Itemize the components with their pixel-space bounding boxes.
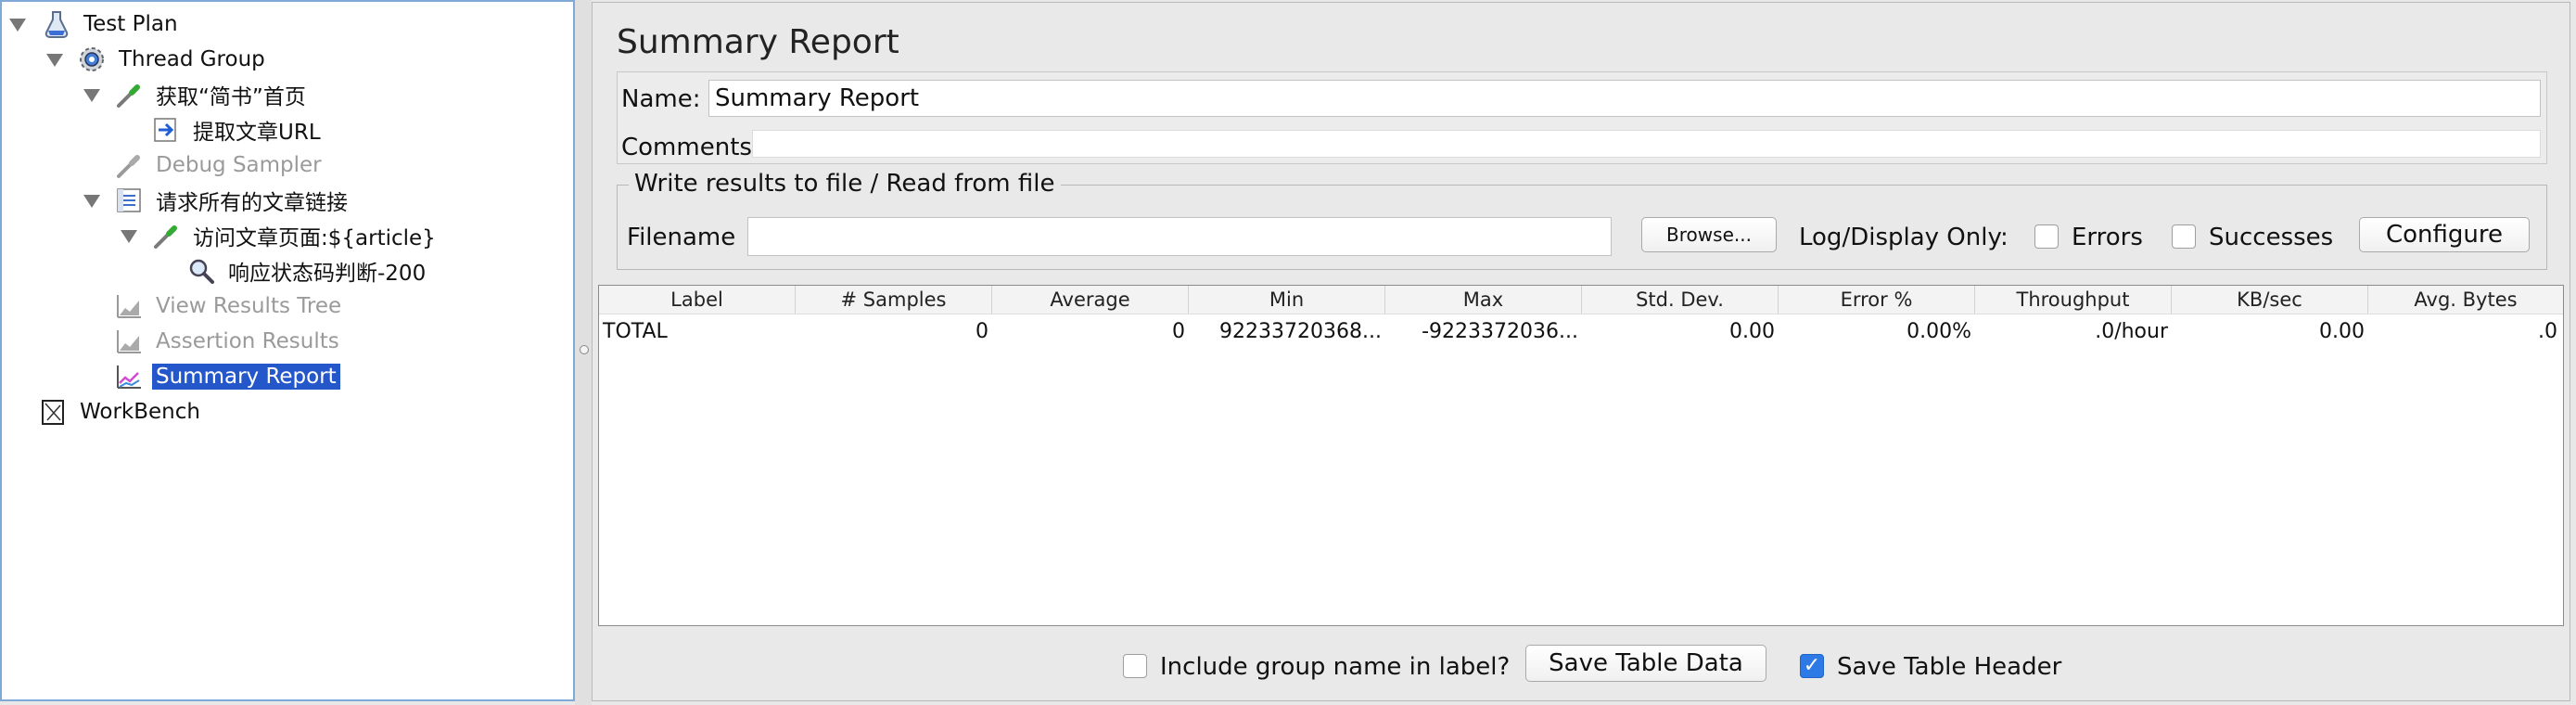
name-field[interactable] [708, 80, 2541, 117]
tree-item-visit-article[interactable]: 访问文章页面:${article} [152, 219, 440, 252]
flask-icon [43, 10, 70, 38]
column-header-throughput[interactable]: Throughput [1975, 286, 2172, 314]
pipette-icon [152, 222, 180, 250]
filename-field[interactable] [747, 217, 1612, 256]
page-title: Summary Report [617, 23, 899, 61]
pipette-icon [115, 81, 143, 109]
tree-item-view-results-tree[interactable]: View Results Tree [115, 289, 345, 323]
test-plan-tree[interactable]: Test Plan Thread Group 获取“简书”首页 提取文章URL … [0, 0, 575, 701]
errors-checkbox[interactable] [2034, 224, 2059, 249]
cell-throughput: .0/hour [2095, 320, 2168, 343]
name-comments-box: Name: Comments: [617, 71, 2547, 164]
successes-checkbox[interactable] [2172, 224, 2196, 249]
summary-report-panel: Summary Report Name: Comments: Write res… [592, 2, 2570, 701]
split-pane-divider[interactable] [575, 0, 592, 705]
file-group-title: Write results to file / Read from file [629, 170, 1061, 198]
column-header-error-pct[interactable]: Error % [1779, 286, 1975, 314]
table-header: Label # Samples Average Min Max Std. Dev… [599, 286, 2563, 314]
filename-label: Filename [627, 224, 736, 251]
checkmark-icon: ✓ [1803, 654, 1821, 677]
cell-max: -9223372036... [1422, 320, 1578, 343]
column-header-min[interactable]: Min [1189, 286, 1385, 314]
column-header-samples[interactable]: # Samples [796, 286, 992, 314]
tree-item-response-assertion[interactable]: 响应状态码判断-200 [187, 254, 429, 288]
column-header-std-dev[interactable]: Std. Dev. [1582, 286, 1779, 314]
csv-config-icon [115, 186, 143, 214]
expand-toggle[interactable] [121, 230, 137, 243]
summary-chart-icon [115, 363, 143, 391]
save-table-data-button[interactable]: Save Table Data [1525, 645, 1766, 682]
tree-item-assertion-results[interactable]: Assertion Results [115, 325, 343, 358]
cell-kb-sec: 0.00 [2319, 320, 2365, 343]
write-results-group: Write results to file / Read from file F… [617, 170, 2547, 270]
tree-item-http-request-home[interactable]: 获取“简书”首页 [115, 78, 310, 111]
column-header-label[interactable]: Label [599, 286, 796, 314]
cell-samples: 0 [976, 320, 988, 343]
include-group-name-checkbox[interactable] [1123, 654, 1147, 678]
column-header-kb-sec[interactable]: KB/sec [2172, 286, 2368, 314]
expand-toggle[interactable] [46, 54, 63, 67]
cell-error-pct: 0.00% [1906, 320, 1971, 343]
errors-label: Errors [2072, 224, 2143, 251]
name-label: Name: [621, 85, 701, 113]
include-group-name-label: Include group name in label? [1160, 653, 1511, 681]
expand-toggle[interactable] [9, 19, 26, 32]
cell-avg-bytes: .0 [2538, 320, 2557, 343]
comments-field[interactable] [752, 130, 2541, 158]
tree-item-debug-sampler[interactable]: Debug Sampler [115, 148, 325, 182]
tree-item-summary-report[interactable]: Summary Report [115, 360, 340, 393]
expand-toggle[interactable] [83, 195, 100, 208]
summary-table[interactable]: Label # Samples Average Min Max Std. Dev… [598, 285, 2564, 626]
column-header-max[interactable]: Max [1385, 286, 1582, 314]
successes-label: Successes [2209, 224, 2334, 251]
expand-toggle[interactable] [83, 89, 100, 102]
column-header-avg-bytes[interactable]: Avg. Bytes [2368, 286, 2563, 314]
configure-button[interactable]: Configure [2359, 217, 2530, 252]
tree-item-thread-group[interactable]: Thread Group [78, 43, 269, 76]
listener-chart-icon [115, 292, 143, 320]
tree-item-workbench[interactable]: WorkBench [39, 395, 204, 429]
browse-button[interactable]: Browse... [1641, 217, 1777, 252]
cell-label: TOTAL [603, 320, 668, 343]
tree-item-test-plan[interactable]: Test Plan [43, 7, 182, 41]
column-header-average[interactable]: Average [992, 286, 1189, 314]
cell-min: 92233720368... [1219, 320, 1382, 343]
save-table-header-label: Save Table Header [1837, 653, 2062, 681]
gear-icon [78, 45, 106, 73]
tree-item-all-article-links[interactable]: 请求所有的文章链接 [115, 184, 351, 217]
listener-chart-icon [115, 327, 143, 355]
divider-grip[interactable] [580, 345, 589, 354]
cell-std-dev: 0.00 [1729, 320, 1775, 343]
workbench-icon [39, 398, 67, 426]
comments-label: Comments: [621, 134, 760, 161]
magnifier-icon [187, 257, 215, 285]
extractor-arrow-icon [152, 116, 180, 144]
save-table-header-checkbox[interactable]: ✓ [1800, 654, 1824, 678]
cell-average: 0 [1172, 320, 1185, 343]
log-display-only-label: Log/Display Only: [1799, 224, 2009, 251]
pipette-icon [115, 151, 143, 179]
tree-item-extract-url[interactable]: 提取文章URL [152, 113, 325, 147]
